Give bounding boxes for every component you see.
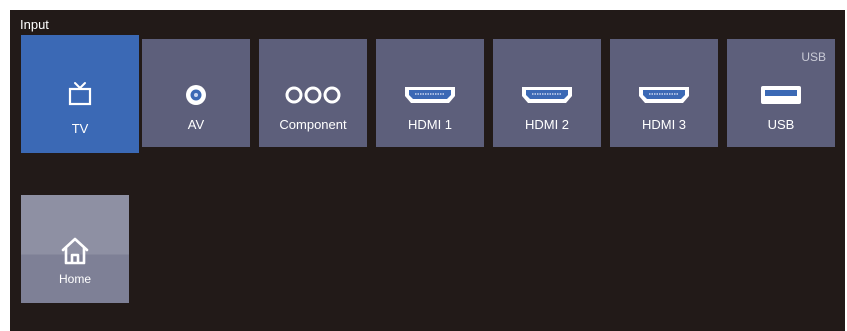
source-tile-usb[interactable]: USB USB bbox=[727, 39, 835, 147]
source-label: HDMI 2 bbox=[524, 117, 570, 132]
source-tile-hdmi-2[interactable]: HDMI 2 bbox=[493, 39, 601, 147]
source-tile-hdmi-3[interactable]: HDMI 3 bbox=[610, 39, 718, 147]
source-label: Component bbox=[279, 117, 347, 132]
component-icon bbox=[259, 82, 367, 108]
source-label: HDMI 1 bbox=[407, 117, 453, 132]
home-label: Home bbox=[58, 272, 91, 286]
usb-corner-badge: USB bbox=[801, 50, 826, 64]
hdmi-icon bbox=[376, 82, 484, 108]
source-tile-tv[interactable]: TV bbox=[21, 35, 139, 153]
hdmi-icon bbox=[610, 82, 718, 108]
page-title: Input bbox=[20, 17, 49, 32]
input-source-screen: Input TV AV Component HDMI 1 HDMI 2 HDMI… bbox=[10, 10, 845, 331]
source-label: TV bbox=[71, 121, 89, 136]
home-tile[interactable]: Home bbox=[21, 195, 129, 303]
usb-icon bbox=[727, 82, 835, 108]
source-label: AV bbox=[187, 117, 205, 132]
tv-icon bbox=[21, 81, 139, 107]
source-tile-component[interactable]: Component bbox=[259, 39, 367, 147]
source-label: USB bbox=[767, 117, 795, 132]
home-icon bbox=[21, 235, 129, 267]
hdmi-icon bbox=[493, 82, 601, 108]
source-label: HDMI 3 bbox=[641, 117, 687, 132]
av-jack-icon bbox=[142, 82, 250, 108]
source-tile-av[interactable]: AV bbox=[142, 39, 250, 147]
source-tile-hdmi-1[interactable]: HDMI 1 bbox=[376, 39, 484, 147]
